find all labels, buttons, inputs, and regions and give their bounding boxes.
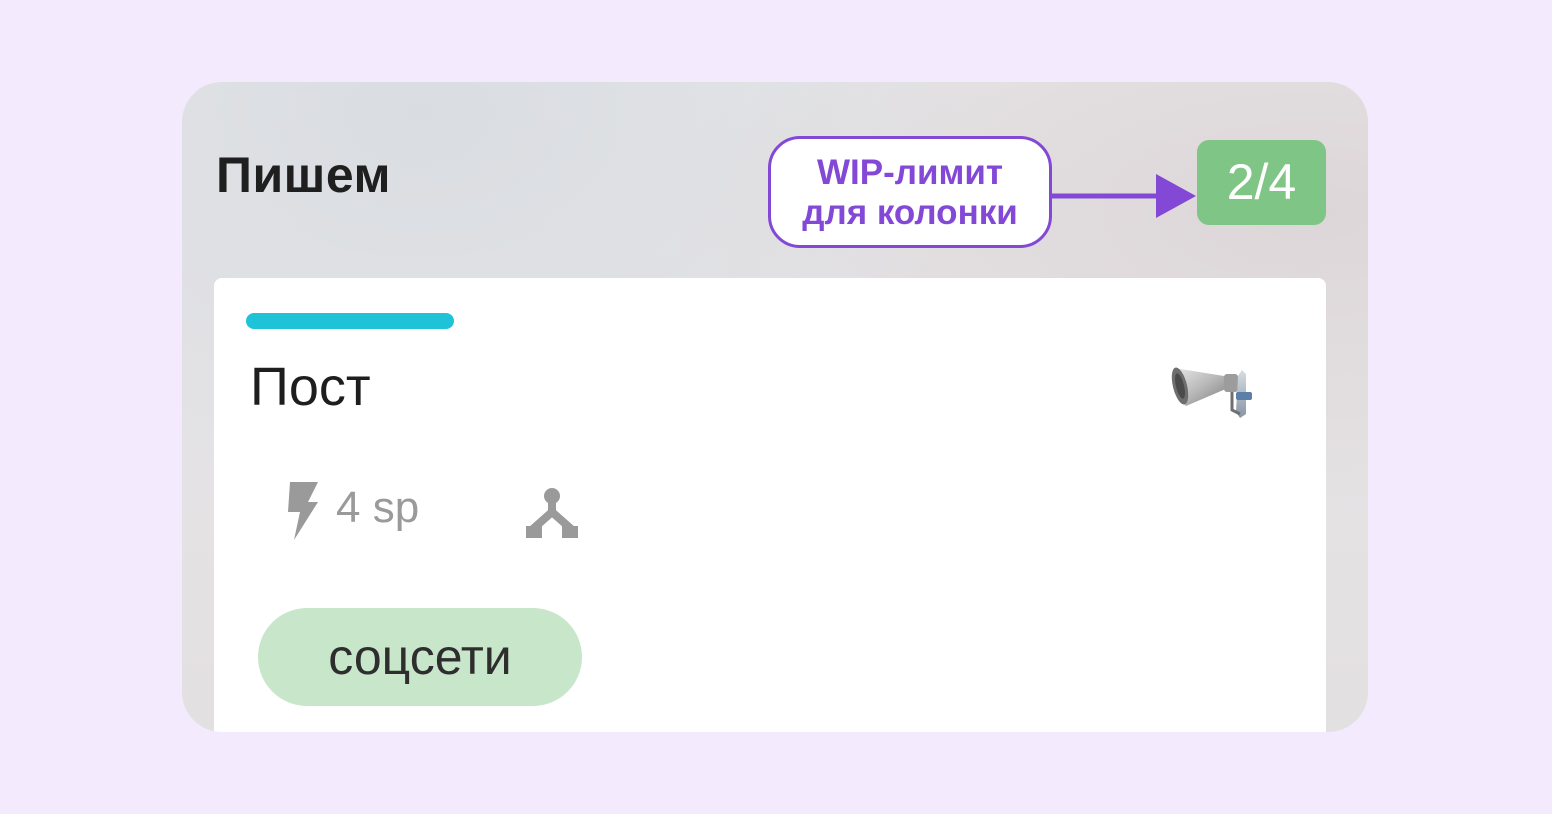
megaphone-icon	[1171, 367, 1252, 418]
lightning-icon	[288, 482, 318, 540]
wip-limit-badge: 2/4	[1197, 140, 1326, 225]
callout-line-2: для колонки	[802, 193, 1018, 232]
story-points: 4 sp	[336, 483, 420, 532]
arrow-icon	[1052, 174, 1196, 218]
fork-icon[interactable]	[524, 484, 580, 540]
tag-chip[interactable]: соцсети	[258, 608, 582, 706]
task-card[interactable]: Пост 4 sp соцсети	[214, 278, 1326, 732]
card-title: Пост	[250, 357, 371, 417]
callout-line-1: WIP-лимит	[816, 153, 1004, 192]
card-color-strip	[246, 313, 454, 329]
wip-limit-callout: WIP-лимит для колонки	[768, 136, 1052, 248]
column-title: Пишем	[216, 147, 391, 203]
